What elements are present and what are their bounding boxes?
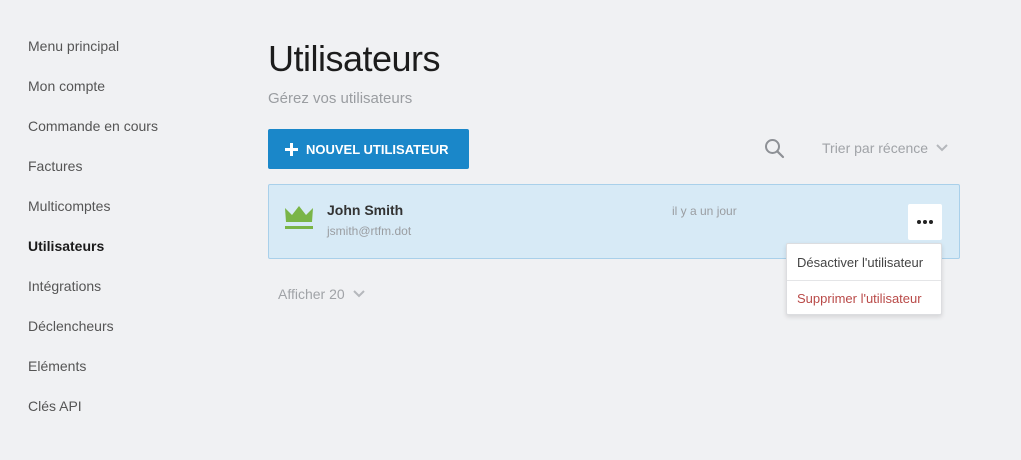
sidebar-item-multicomptes[interactable]: Multicomptes [28, 196, 228, 236]
page-title: Utilisateurs [268, 38, 441, 79]
sidebar-item-mon-compte[interactable]: Mon compte [28, 76, 228, 116]
sidebar-item-menu-principal[interactable]: Menu principal [28, 36, 228, 76]
sort-select[interactable]: Trier par récence [822, 140, 948, 156]
crown-icon [285, 206, 313, 229]
chevron-down-icon [352, 290, 365, 298]
sidebar-item-factures[interactable]: Factures [28, 156, 228, 196]
user-last-seen: il y a un jour [672, 204, 737, 218]
user-name: John Smith [327, 202, 404, 218]
main-content: Utilisateurs Gérez vos utilisateurs NOUV… [268, 0, 960, 460]
sidebar-item-integrations[interactable]: Intégrations [28, 276, 228, 316]
deactivate-user-menu-item[interactable]: Désactiver l'utilisateur [787, 244, 941, 280]
page-size-select[interactable]: Afficher 20 [278, 286, 365, 302]
new-user-button-label: NOUVEL UTILISATEUR [306, 141, 449, 157]
sidebar-item-elements[interactable]: Eléments [28, 356, 228, 396]
sidebar-item-utilisateurs[interactable]: Utilisateurs [28, 236, 228, 276]
page: Menu principal Mon compte Commande en co… [0, 0, 1021, 460]
page-size-label: Afficher 20 [278, 286, 345, 302]
user-email: jsmith@rtfm.dot [327, 224, 412, 238]
delete-user-menu-item[interactable]: Supprimer l'utilisateur [787, 280, 941, 316]
plus-icon [285, 142, 298, 156]
ellipsis-icon [917, 220, 933, 224]
user-actions-menu: Désactiver l'utilisateur Supprimer l'uti… [786, 243, 942, 315]
sidebar-item-declencheurs[interactable]: Déclencheurs [28, 316, 228, 356]
chevron-down-icon [936, 144, 948, 152]
more-options-button[interactable] [908, 204, 942, 240]
sidebar-item-commande-en-cours[interactable]: Commande en cours [28, 116, 228, 156]
search-icon [765, 139, 785, 159]
sidebar: Menu principal Mon compte Commande en co… [28, 36, 228, 436]
new-user-button[interactable]: NOUVEL UTILISATEUR [268, 129, 469, 169]
page-subtitle: Gérez vos utilisateurs [268, 90, 413, 107]
sidebar-item-cles-api[interactable]: Clés API [28, 396, 228, 436]
search-button[interactable] [764, 138, 786, 160]
sort-select-label: Trier par récence [822, 140, 929, 156]
